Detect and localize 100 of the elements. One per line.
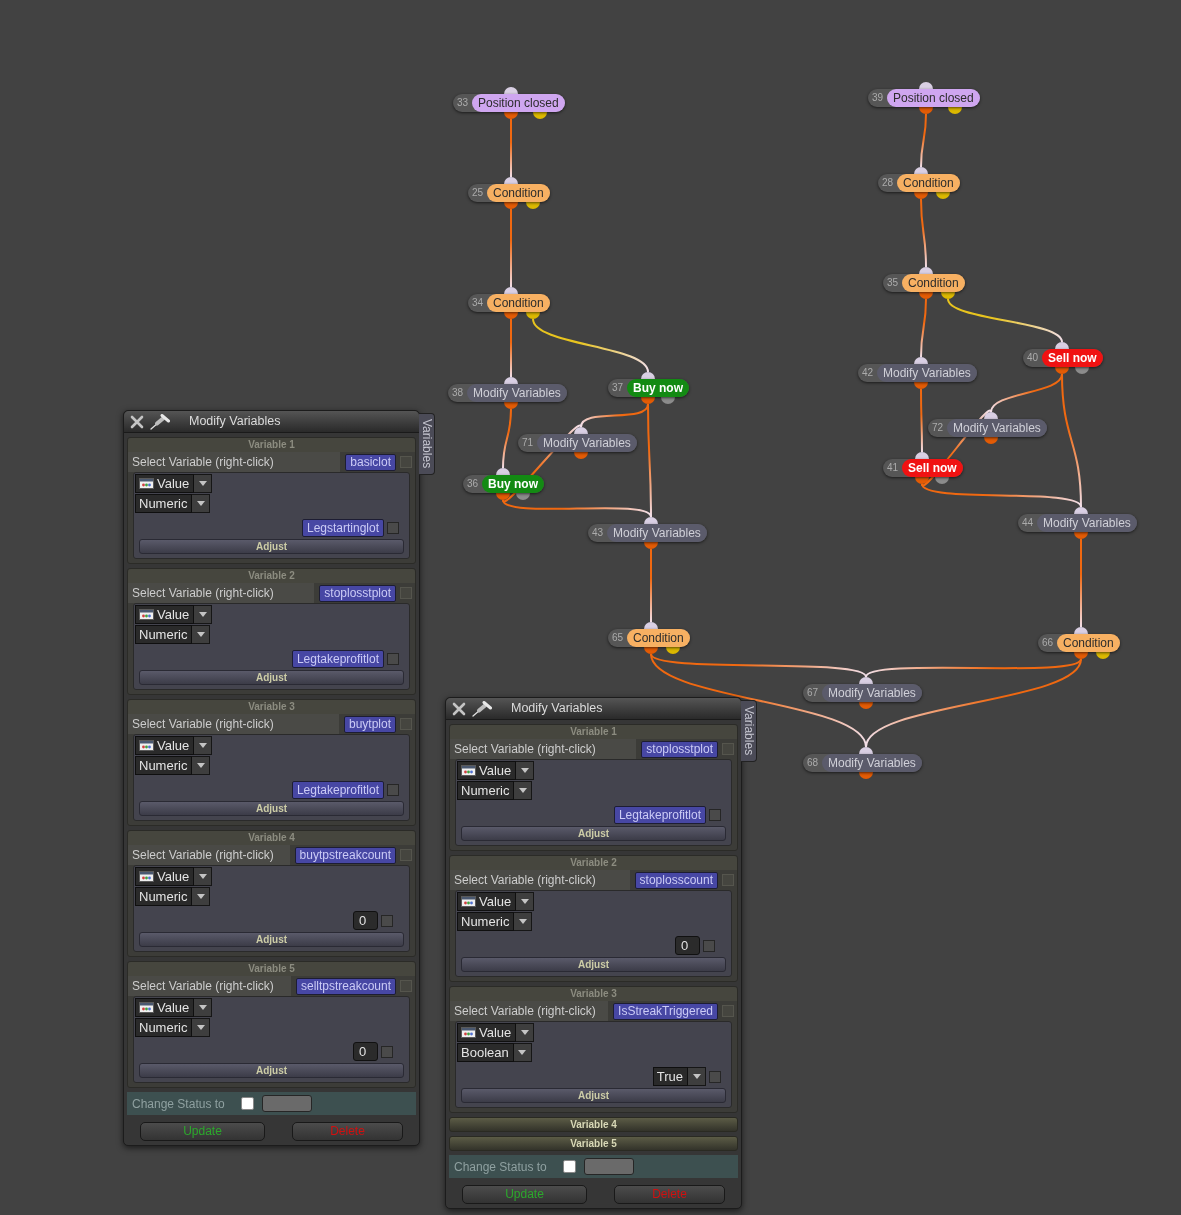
output-port-icon[interactable] (516, 493, 530, 500)
input-port-icon[interactable] (496, 468, 510, 475)
action-button[interactable]: Update (140, 1122, 265, 1141)
adjust-button[interactable]: Adjust (139, 539, 404, 554)
checkbox[interactable] (703, 939, 715, 952)
output-port-icon[interactable] (644, 542, 658, 549)
input-port-icon[interactable] (644, 517, 658, 524)
input-port-icon[interactable] (919, 82, 933, 89)
section-header[interactable]: Variable 1 (450, 725, 737, 739)
pin-icon[interactable] (472, 700, 492, 717)
section-header[interactable]: Variable 1 (128, 438, 415, 452)
output-port-icon[interactable] (504, 312, 518, 319)
adjust-button[interactable]: Adjust (461, 1088, 726, 1103)
section-header[interactable]: Variable 5 (128, 962, 415, 976)
checkbox[interactable] (722, 743, 734, 755)
checkbox[interactable] (387, 652, 399, 665)
flow-node[interactable]: 71 Modify Variables (518, 434, 637, 452)
variables-tab[interactable]: Variables (741, 700, 757, 762)
close-icon[interactable] (452, 701, 466, 716)
output-port-icon[interactable] (948, 107, 962, 114)
input-port-icon[interactable] (504, 87, 518, 94)
flow-node[interactable]: 43 Modify Variables (588, 524, 707, 542)
output-port-icon[interactable] (504, 402, 518, 409)
pin-icon[interactable] (150, 413, 170, 430)
status-field[interactable] (583, 1158, 634, 1175)
input-port-icon[interactable] (859, 677, 873, 684)
variable-chip[interactable]: buytpstreakcount (294, 846, 396, 864)
output-port-icon[interactable] (666, 647, 680, 654)
adjust-button[interactable]: Adjust (461, 826, 726, 841)
value-chip[interactable]: Legtakeprofitlot (613, 805, 706, 824)
checkbox[interactable] (400, 587, 412, 599)
variable-chip[interactable]: stoplosstplot (641, 740, 718, 758)
checkbox[interactable] (400, 456, 412, 468)
adjust-button[interactable]: Adjust (139, 670, 404, 685)
close-icon[interactable] (130, 414, 144, 429)
section-header[interactable]: Variable 3 (450, 987, 737, 1001)
variable-chip[interactable]: stoplosstplot (319, 584, 396, 602)
checkbox[interactable] (387, 783, 399, 796)
output-port-icon[interactable] (935, 477, 949, 484)
output-port-icon[interactable] (914, 192, 928, 199)
section-header[interactable]: Variable 2 (450, 856, 737, 870)
output-port-icon[interactable] (1074, 652, 1088, 659)
flow-node[interactable]: 38 Modify Variables (448, 384, 567, 402)
section-header[interactable]: Variable 4 (449, 1117, 738, 1132)
output-port-icon[interactable] (915, 477, 929, 484)
input-port-icon[interactable] (644, 622, 658, 629)
flow-node[interactable]: 72 Modify Variables (928, 419, 1047, 437)
variable-chip[interactable]: buytplot (343, 715, 396, 733)
flow-node[interactable]: 44 Modify Variables (1018, 514, 1137, 532)
section-header[interactable]: Variable 3 (128, 700, 415, 714)
input-port-icon[interactable] (859, 747, 873, 754)
section-header[interactable]: Variable 4 (128, 831, 415, 845)
output-port-icon[interactable] (644, 647, 658, 654)
output-port-icon[interactable] (504, 202, 518, 209)
output-port-icon[interactable] (1055, 367, 1069, 374)
flow-node[interactable]: 42 Modify Variables (858, 364, 977, 382)
flow-node[interactable]: 36 Buy now (463, 475, 544, 493)
output-port-icon[interactable] (496, 493, 510, 500)
value-chip[interactable]: Legstartinglot (301, 518, 384, 537)
checkbox[interactable] (400, 849, 412, 861)
output-port-icon[interactable] (919, 107, 933, 114)
checkbox[interactable] (240, 1097, 254, 1110)
output-port-icon[interactable] (526, 312, 540, 319)
action-button[interactable]: Update (462, 1185, 587, 1204)
input-port-icon[interactable] (504, 177, 518, 184)
checkbox[interactable] (381, 1045, 393, 1058)
number-field[interactable]: 0 (353, 911, 378, 930)
output-port-icon[interactable] (936, 192, 950, 199)
output-port-icon[interactable] (641, 397, 655, 404)
checkbox[interactable] (387, 521, 399, 534)
checkbox[interactable] (709, 808, 721, 821)
input-port-icon[interactable] (915, 452, 929, 459)
flow-node[interactable]: 37 Buy now (608, 379, 689, 397)
flow-node[interactable]: 34 Condition (468, 294, 550, 312)
value-chip[interactable]: Legtakeprofitlot (291, 649, 384, 668)
flow-node[interactable]: 33 Position closed (453, 94, 565, 112)
adjust-button[interactable]: Adjust (461, 957, 726, 972)
checkbox[interactable] (400, 980, 412, 992)
number-field[interactable]: 0 (675, 936, 700, 955)
output-port-icon[interactable] (1096, 652, 1110, 659)
adjust-button[interactable]: Adjust (139, 932, 404, 947)
input-port-icon[interactable] (574, 427, 588, 434)
variable-chip[interactable]: stoplosscount (634, 871, 718, 889)
checkbox[interactable] (400, 718, 412, 730)
adjust-button[interactable]: Adjust (139, 801, 404, 816)
variable-chip[interactable]: selltpstreakcount (295, 977, 396, 995)
input-port-icon[interactable] (919, 267, 933, 274)
input-port-icon[interactable] (914, 167, 928, 174)
input-port-icon[interactable] (641, 372, 655, 379)
flow-node[interactable]: 35 Condition (883, 274, 965, 292)
output-port-icon[interactable] (1074, 532, 1088, 539)
output-port-icon[interactable] (661, 397, 675, 404)
checkbox[interactable] (722, 874, 734, 886)
output-port-icon[interactable] (526, 202, 540, 209)
section-header[interactable]: Variable 2 (128, 569, 415, 583)
input-port-icon[interactable] (1074, 627, 1088, 634)
flow-node[interactable]: 66 Condition (1038, 634, 1120, 652)
status-field[interactable] (261, 1095, 312, 1112)
flow-node[interactable]: 28 Condition (878, 174, 960, 192)
section-header[interactable]: Variable 5 (449, 1136, 738, 1151)
